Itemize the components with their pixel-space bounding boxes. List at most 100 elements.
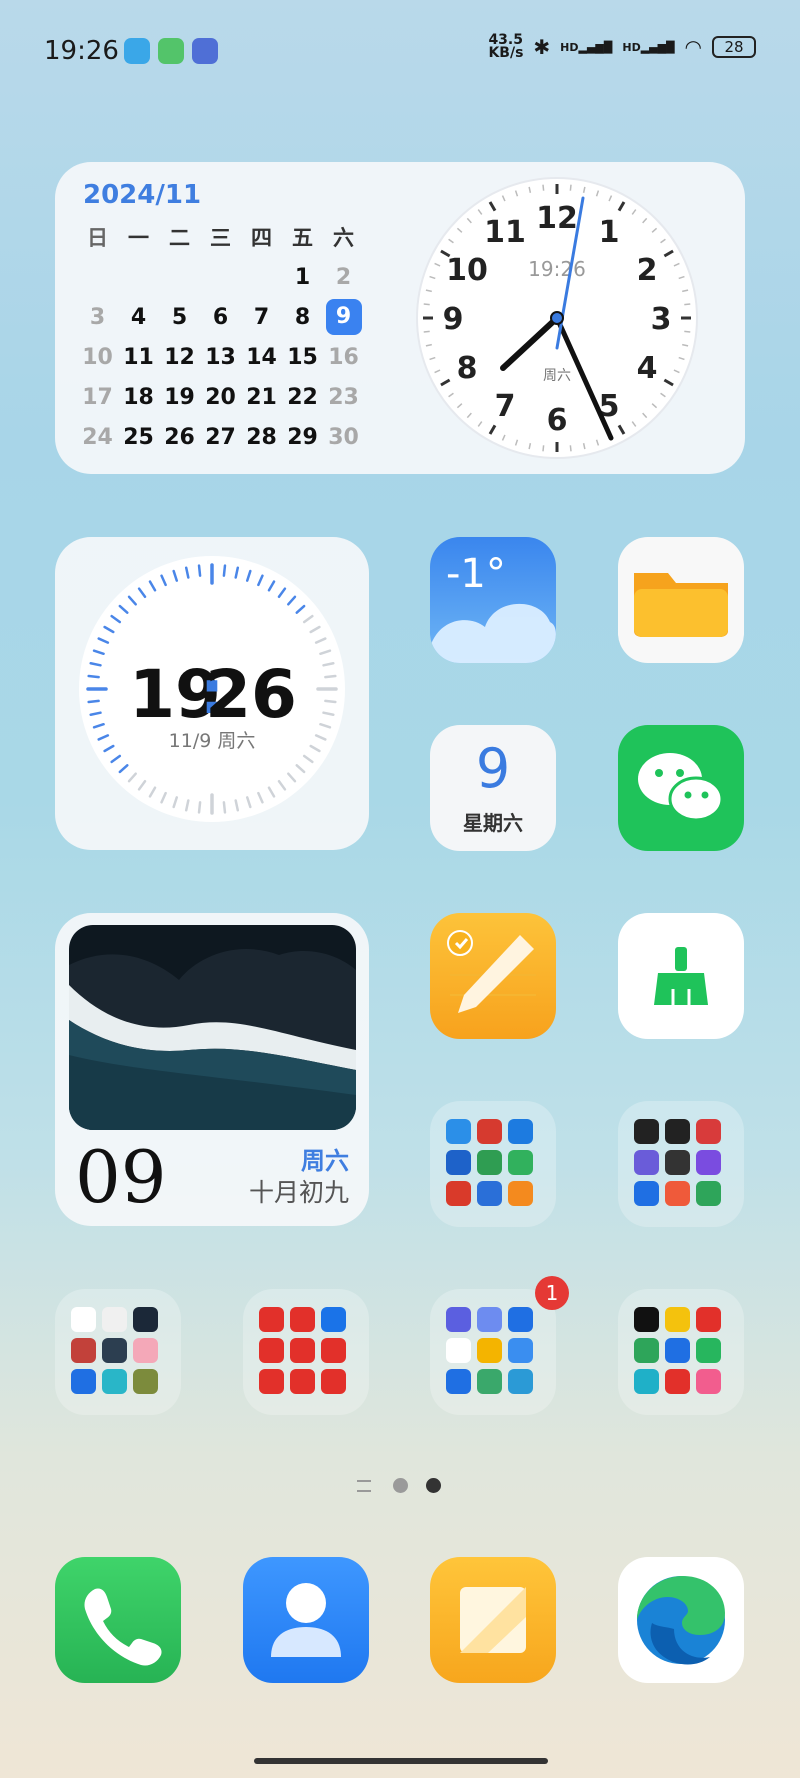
notes-app[interactable] <box>430 913 556 1039</box>
folder-app-icon <box>290 1307 315 1332</box>
photo-day-number: 09 <box>75 1135 167 1219</box>
calendar-day: 21 <box>246 384 277 410</box>
calendar-day <box>200 257 241 297</box>
weekday-label: 三 <box>210 226 231 250</box>
folder-grid <box>634 1307 721 1394</box>
calendar-day: 29 <box>287 424 318 450</box>
games-folder[interactable] <box>55 1289 181 1415</box>
calendar-day <box>159 257 200 297</box>
page-dot[interactable] <box>393 1478 408 1493</box>
folder-icon <box>634 573 728 637</box>
folder-app-icon <box>321 1369 346 1394</box>
folder-app-icon <box>133 1307 158 1332</box>
clock-tick <box>423 303 430 306</box>
calendar-day: 6 <box>212 304 229 330</box>
edge-browser-app[interactable] <box>618 1557 744 1683</box>
folder-app-icon <box>477 1369 502 1394</box>
folder-app-icon <box>634 1338 659 1363</box>
weekday-header-row: 日 一 二 三 四 五 六 <box>77 217 364 257</box>
dial-tick <box>324 674 337 679</box>
folder-app-icon <box>665 1181 690 1206</box>
folder-app-icon <box>665 1119 690 1144</box>
clock-date: 11/9 周六 <box>169 730 256 752</box>
folder-grid <box>446 1307 533 1394</box>
calendar-clock-widget[interactable]: 2024/11 日 一 二 三 四 五 六 12 3456789 10 11 12 1… <box>55 162 745 474</box>
folder-app-icon <box>259 1338 284 1363</box>
cleaner-app[interactable] <box>618 913 744 1039</box>
folder-app-icon <box>508 1338 533 1363</box>
memo-app[interactable] <box>430 1557 556 1683</box>
folder-app-icon <box>102 1369 127 1394</box>
folder-app-icon <box>290 1338 315 1363</box>
calendar-day: 2 <box>335 264 352 290</box>
media-folder[interactable] <box>618 1101 744 1227</box>
dial-tick <box>222 564 227 577</box>
social-folder[interactable] <box>618 1289 744 1415</box>
digital-clock-widget[interactable]: 19 : 26 11/9 周六 <box>55 537 369 850</box>
wechat-app[interactable] <box>618 725 744 851</box>
folder-app-icon <box>696 1307 721 1332</box>
folder-app-icon <box>133 1338 158 1363</box>
tools-folder[interactable] <box>430 1101 556 1227</box>
folder-app-icon <box>446 1119 471 1144</box>
contacts-app[interactable] <box>243 1557 369 1683</box>
folder-app-icon <box>508 1307 533 1332</box>
folder-app-icon <box>102 1338 127 1363</box>
office-folder[interactable] <box>430 1289 556 1415</box>
clock-weekday: 周六 <box>543 368 571 384</box>
clock-num: 10 <box>446 253 488 288</box>
calendar-day: 16 <box>328 344 359 370</box>
folder-app-icon <box>665 1150 690 1175</box>
person-icon <box>271 1583 341 1657</box>
cloud-icon <box>430 603 556 663</box>
weekday-label: 四 <box>251 226 272 250</box>
clock-num: 9 <box>443 302 464 337</box>
weather-app[interactable]: -1° <box>430 537 556 663</box>
edge-icon <box>637 1576 725 1665</box>
page-dot-active[interactable] <box>426 1478 441 1493</box>
shopping-folder[interactable] <box>243 1289 369 1415</box>
page-indicator[interactable] <box>0 1476 800 1496</box>
folder-app-icon <box>634 1150 659 1175</box>
phone-icon <box>84 1588 162 1666</box>
calendar-day: 5 <box>171 304 188 330</box>
weekday-label: 日 <box>87 226 108 250</box>
calendar-day: 22 <box>287 384 318 410</box>
folder-app-icon <box>665 1369 690 1394</box>
cloud-notification-icon <box>124 38 150 64</box>
folder-app-icon <box>634 1181 659 1206</box>
folder-app-icon <box>290 1369 315 1394</box>
status-bar: 19:26 43.5 KB/s ✱ HD▂▄▆█ HD▂▄▆█ ◠ 28 <box>0 0 800 100</box>
folder-app-icon <box>446 1369 471 1394</box>
clock-minutes: 26 <box>205 656 297 733</box>
folder-app-icon <box>446 1181 471 1206</box>
clock-num: 1 <box>599 215 620 250</box>
signal-icon: HD▂▄▆█ <box>560 40 613 54</box>
calendar-day-today: 9 <box>323 297 364 337</box>
note-icon <box>460 1587 526 1653</box>
home-indicator[interactable] <box>254 1758 548 1764</box>
clock-num: 8 <box>457 351 478 386</box>
signal-icon-2: HD▂▄▆█ <box>622 40 675 54</box>
assistant-notification-icon <box>192 38 218 64</box>
calendar-day: 24 <box>82 424 113 450</box>
calendar-month: 2024/11 <box>83 180 202 210</box>
calendar-week-row: 24 25 26 27 28 29 30 <box>77 417 364 457</box>
weekday-label: 六 <box>333 226 354 250</box>
phone-app[interactable] <box>55 1557 181 1683</box>
folder-app-icon <box>477 1150 502 1175</box>
calendar-app-weekday: 星期六 <box>463 811 523 835</box>
broom-icon <box>654 947 708 1005</box>
folder-app-icon <box>446 1307 471 1332</box>
file-manager-app[interactable] <box>618 537 744 663</box>
photo-weekday: 周六 <box>301 1147 349 1175</box>
folder-app-icon <box>508 1181 533 1206</box>
calendar-day: 12 <box>164 344 195 370</box>
calendar-day: 15 <box>287 344 318 370</box>
clock-tick <box>542 184 545 191</box>
calendar-app[interactable]: 9 星期六 <box>430 725 556 851</box>
photo-date-widget[interactable]: 09 周六 十月初九 <box>55 913 369 1226</box>
clock-num: 11 <box>484 215 526 250</box>
list-page-icon[interactable] <box>357 1480 371 1492</box>
calendar-day: 1 <box>294 264 311 290</box>
